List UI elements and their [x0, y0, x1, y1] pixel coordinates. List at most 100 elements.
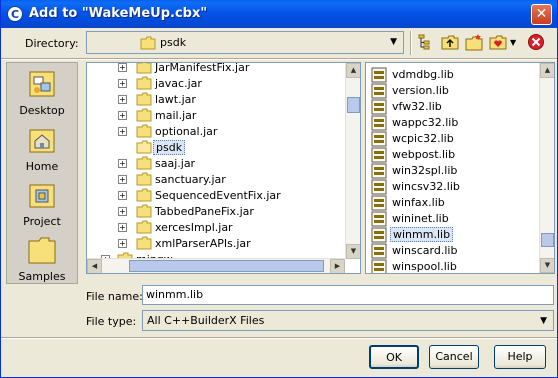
tree-item-label: optional.jar — [155, 125, 218, 138]
cancel-button[interactable]: Cancel — [429, 345, 479, 369]
new-folder-icon[interactable] — [465, 33, 483, 51]
file-list[interactable]: vdmdbg.lib version.lib vfw32.lib wappc32… — [365, 62, 555, 274]
folder-icon — [136, 204, 152, 218]
lib-file-icon — [371, 163, 387, 179]
scroll-up-icon[interactable]: ▲ — [540, 63, 554, 78]
place-project[interactable]: Project — [7, 180, 77, 228]
scroll-thumb[interactable] — [347, 97, 360, 113]
tree-item-label: lawt.jar — [155, 93, 196, 106]
samples-folder-icon — [28, 237, 56, 264]
tree-item-label: psdk — [153, 140, 186, 155]
directory-combo[interactable]: psdk ▼ — [86, 31, 404, 54]
tree-item-label: javac.jar — [155, 77, 202, 90]
file-item-label: webpost.lib — [392, 148, 456, 161]
directory-tree[interactable]: + JarManifestFix.jar + javac.jar + lawt.… — [86, 62, 361, 274]
folder-icon — [136, 124, 152, 138]
file-item-label: wcpic32.lib — [392, 132, 454, 145]
file-item-label: winspool.lib — [392, 260, 457, 273]
divider — [1, 337, 557, 339]
folder-icon — [136, 108, 152, 122]
home-icon — [29, 129, 55, 153]
expand-icon[interactable]: + — [118, 175, 127, 184]
expand-icon[interactable]: + — [118, 159, 127, 168]
lib-file-icon — [371, 227, 387, 243]
help-button[interactable]: Help — [494, 345, 546, 369]
expand-icon[interactable]: + — [118, 95, 127, 104]
file-item-label: wininet.lib — [392, 212, 449, 225]
folder-icon — [136, 188, 152, 202]
lib-file-icon — [371, 131, 387, 147]
tree-item-label: sanctuary.jar — [155, 173, 226, 186]
directory-row: Directory: psdk ▼ ▼ — [1, 28, 557, 58]
tree-item-label: JarManifestFix.jar — [155, 62, 250, 74]
file-type-value: All C++BuilderX Files — [147, 314, 265, 327]
lib-file-icon — [371, 195, 387, 211]
directory-label: Directory: — [25, 37, 79, 50]
toolbar-separator — [410, 31, 412, 55]
lib-file-icon — [371, 259, 387, 273]
scroll-down-icon[interactable]: ▼ — [346, 244, 360, 259]
folder-icon — [136, 236, 152, 250]
folder-icon — [136, 172, 152, 186]
scroll-left-icon[interactable]: ◀ — [87, 259, 102, 273]
expand-icon[interactable]: + — [118, 79, 127, 88]
expand-icon[interactable]: + — [118, 111, 127, 120]
lib-file-icon — [371, 179, 387, 195]
file-item-label: win32spl.lib — [392, 164, 458, 177]
places-bar: Desktop Home Project Samples — [6, 62, 78, 284]
scroll-thumb[interactable] — [129, 260, 324, 272]
file-item-label: winscard.lib — [392, 244, 458, 257]
divider — [1, 58, 557, 60]
lib-file-icon — [371, 99, 387, 115]
tree-vertical-scrollbar[interactable]: ▲ ▼ — [345, 63, 360, 259]
folder-icon — [136, 76, 152, 90]
tree-horizontal-scrollbar[interactable]: ◀ ▶ — [87, 258, 345, 273]
tree-item-label: TabbedPaneFix.jar — [155, 205, 254, 218]
lib-file-icon — [371, 115, 387, 131]
file-name-input[interactable]: winmm.lib — [142, 285, 554, 305]
folder-icon — [136, 63, 152, 74]
expand-icon[interactable]: + — [118, 223, 127, 232]
expand-icon[interactable]: + — [118, 191, 127, 200]
project-icon — [29, 184, 55, 208]
up-folder-icon[interactable] — [441, 33, 459, 51]
close-button[interactable]: ✕ — [531, 4, 552, 25]
expand-icon[interactable]: + — [118, 63, 127, 72]
expand-icon[interactable]: + — [118, 127, 127, 136]
file-list-vertical-scrollbar[interactable]: ▲ ▼ — [539, 63, 554, 273]
title-bar[interactable]: C Add to "WakeMeUp.cbx" ✕ — [1, 0, 557, 28]
scroll-down-icon[interactable]: ▼ — [540, 258, 554, 273]
tree-item-label: mail.jar — [155, 109, 197, 122]
folder-icon — [140, 36, 156, 50]
chevron-down-icon[interactable]: ▼ — [540, 316, 547, 326]
place-label: Home — [25, 160, 59, 173]
scroll-right-icon[interactable]: ▶ — [330, 259, 345, 273]
expand-icon[interactable]: + — [118, 239, 127, 248]
tree-item-label: SequencedEventFix.jar — [155, 189, 281, 202]
scroll-up-icon[interactable]: ▲ — [346, 63, 360, 78]
favorites-folder-icon[interactable] — [489, 33, 507, 51]
add-file-dialog: C Add to "WakeMeUp.cbx" ✕ Directory: psd… — [0, 0, 558, 378]
directory-value: psdk — [160, 36, 187, 49]
open-folder-icon — [136, 140, 152, 154]
lib-file-icon — [371, 67, 387, 83]
ok-button[interactable]: OK — [369, 345, 419, 369]
scroll-thumb[interactable] — [541, 233, 554, 247]
chevron-down-icon[interactable]: ▼ — [390, 37, 397, 47]
tree-view-icon[interactable] — [417, 33, 435, 51]
file-type-label: File type: — [86, 315, 137, 328]
file-item-label: vdmdbg.lib — [392, 68, 454, 81]
cancel-stop-icon[interactable] — [527, 33, 545, 51]
file-type-combo[interactable]: All C++BuilderX Files ▼ — [142, 310, 554, 331]
folder-icon — [136, 156, 152, 170]
place-desktop[interactable]: Desktop — [7, 69, 77, 117]
lib-file-icon — [371, 83, 387, 99]
expand-icon[interactable]: + — [118, 207, 127, 216]
place-samples[interactable]: Samples — [7, 235, 77, 283]
file-item-label: vfw32.lib — [392, 100, 442, 113]
place-home[interactable]: Home — [7, 125, 77, 173]
file-item-label: winfax.lib — [392, 196, 445, 209]
favorites-menu-chevron-icon[interactable]: ▼ — [510, 38, 528, 56]
window-title: Add to "WakeMeUp.cbx" — [29, 6, 208, 21]
file-item-label: wincsv32.lib — [392, 180, 460, 193]
